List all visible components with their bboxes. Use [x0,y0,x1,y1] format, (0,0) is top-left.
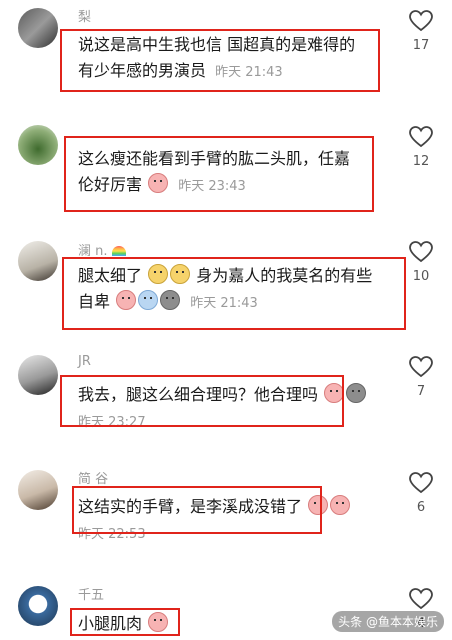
emoji-sticker-icon [308,495,329,515]
comment-time: 昨天 23:27 [78,415,146,430]
comment-text: 这结实的手臂，是李溪成没错了 昨天 22:53 [78,494,383,548]
emoji-sticker-icon [116,290,137,310]
heart-icon [409,126,433,148]
comment-text: 说这是高中生我也信 国超真的是难得的 有少年感的男演员 昨天 21:43 [78,32,383,86]
emoji-sticker-icon [148,612,169,632]
comment-time: 昨天 22:53 [78,527,146,542]
heart-icon [409,472,433,494]
emoji-sticker-icon [148,264,169,284]
like-count: 7 [416,384,426,399]
rainbow-icon [111,246,126,256]
like-button[interactable]: 6 [408,472,434,515]
like-count: 17 [412,38,430,53]
like-button[interactable]: 12 [408,126,434,169]
avatar[interactable] [18,586,58,626]
comment-username[interactable]: 梨 [78,6,91,25]
comment-username[interactable]: 简 谷 [78,468,108,487]
emoji-sticker-icon [170,264,191,284]
heart-icon [409,241,433,263]
emoji-sticker-icon [330,495,351,515]
emoji-sticker-icon [148,173,169,193]
emoji-sticker-icon [324,383,345,403]
comment-username[interactable]: JR [78,354,91,369]
comment-username[interactable]: 澜 n. [78,240,126,259]
comment-text: 我去，腿这么细合理吗？他合理吗 昨天 23:27 [78,382,383,436]
avatar[interactable] [18,125,58,165]
comment-text-line: 伦好厉害 [78,175,143,194]
comment-text-line: 说这是高中生我也信 国超真的是难得的 [78,35,356,54]
comment-text-line: 我去，腿这么细合理吗？他合理吗 [78,385,319,404]
comment-username-text: 澜 n. [78,244,108,259]
like-count: 12 [412,154,430,169]
comment-text-line: 身为嘉人的我莫名的有些 [196,266,373,285]
like-button[interactable]: 10 [408,241,434,284]
avatar[interactable] [18,470,58,510]
comment-text: 腿太细了 身为嘉人的我莫名的有些 自卑 昨天 21:43 [78,263,383,317]
emoji-sticker-icon [346,383,367,403]
comment-time: 昨天 21:43 [190,296,258,311]
comment-username[interactable]: 千五 [78,584,104,603]
comment-time: 昨天 23:43 [178,179,246,194]
heart-icon [409,10,433,32]
like-button[interactable]: 17 [408,10,434,53]
avatar[interactable] [18,241,58,281]
emoji-sticker-icon [138,290,159,310]
comment-text-line: 小腿肌肉 [78,614,143,633]
like-count: 10 [412,269,430,284]
like-button[interactable]: 7 [408,356,434,399]
comment-text: 这么瘦还能看到手臂的肱二头肌，任嘉 伦好厉害 昨天 23:43 [78,146,383,200]
comment-time: 昨天 21:43 [215,65,283,80]
emoji-sticker-icon [160,290,181,310]
comment-text-line: 这结实的手臂，是李溪成没错了 [78,497,303,516]
comment-text-line: 自卑 [78,292,111,311]
like-count: 6 [416,500,426,515]
avatar[interactable] [18,355,58,395]
watermark: 头条 @鱼本本娱乐 [332,611,444,632]
comment-text-line: 有少年感的男演员 [78,61,207,80]
avatar[interactable] [18,8,58,48]
heart-icon [409,356,433,378]
comment-text-line: 这么瘦还能看到手臂的肱二头肌，任嘉 [78,149,351,168]
comment-text-line: 腿太细了 [78,266,143,285]
heart-icon [409,588,433,610]
